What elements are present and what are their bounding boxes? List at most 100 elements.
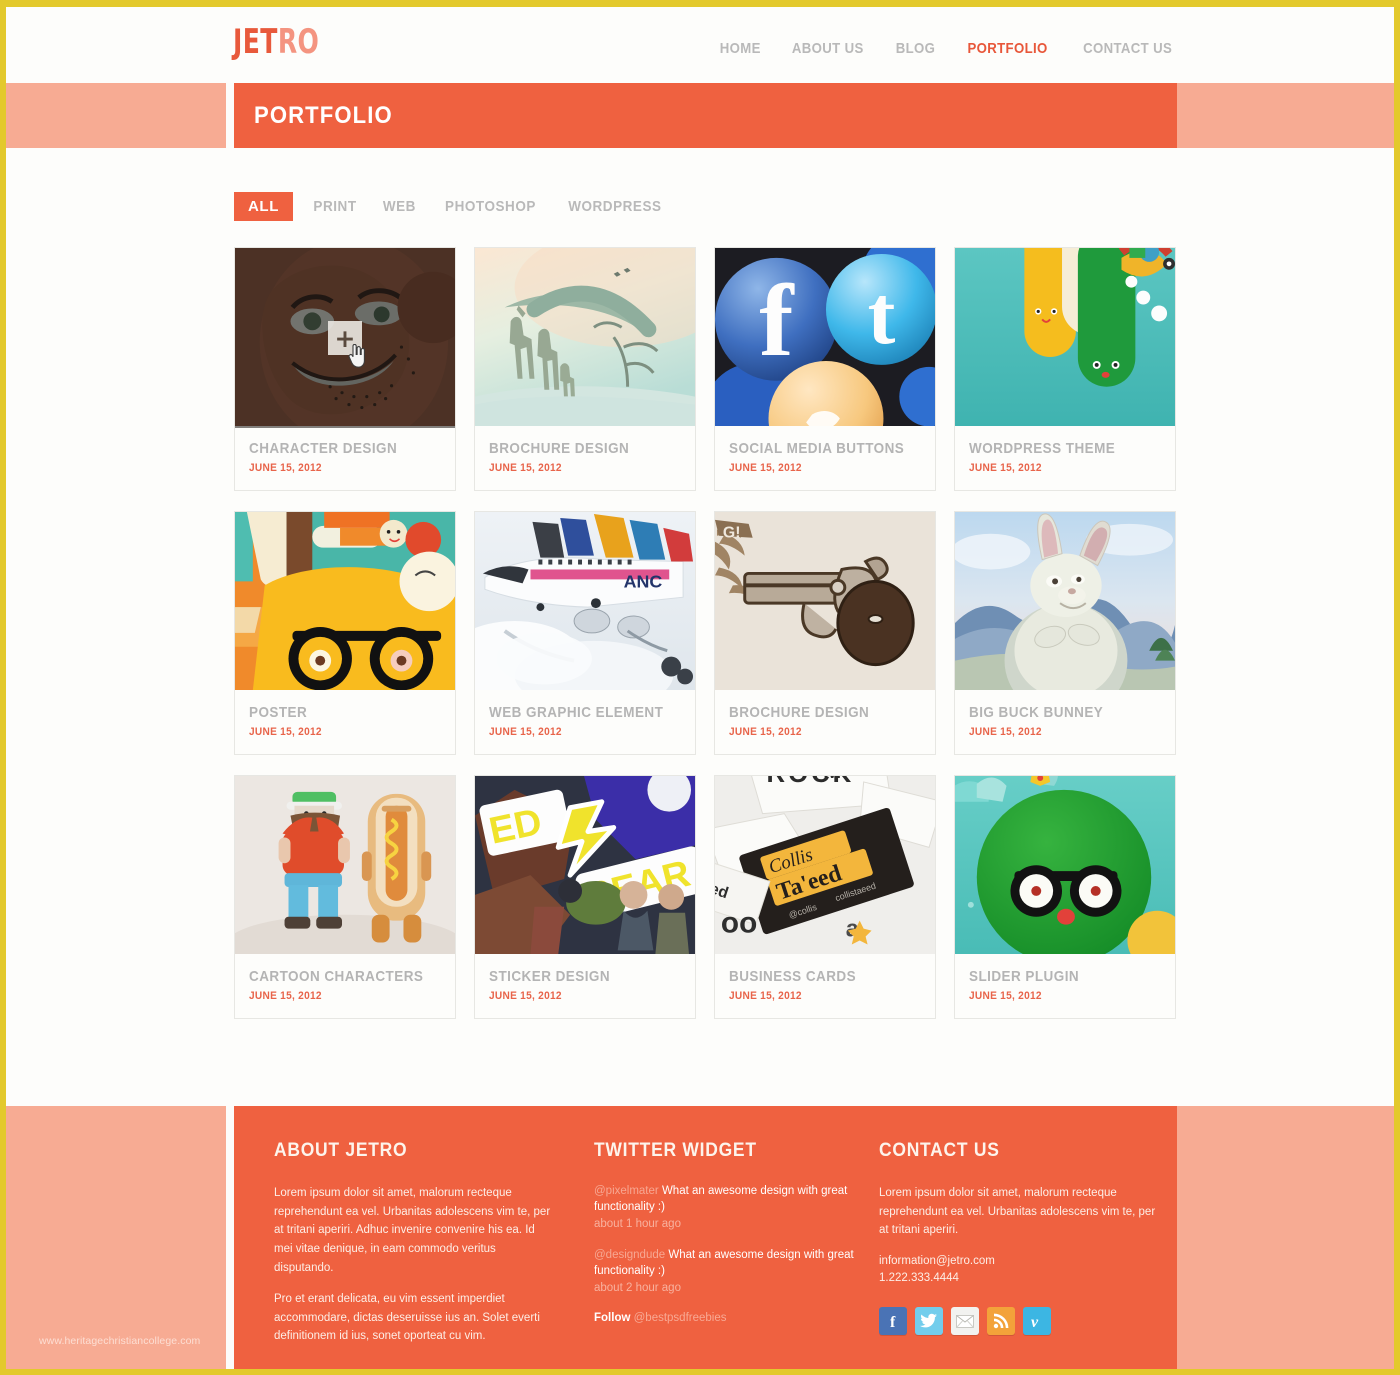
logo-text-jet: JET (233, 22, 278, 62)
portfolio-card-date: JUNE 15, 2012 (729, 462, 802, 474)
portfolio-card[interactable]: + CHARACTER DESIGN JUNE 15, 2012 (234, 247, 456, 491)
filter-photoshop[interactable]: PHOTOSHOP (441, 196, 539, 217)
zoom-plus-icon[interactable]: + (328, 321, 362, 355)
filter-all[interactable]: ALL (234, 192, 293, 221)
portfolio-card-title: SLIDER PLUGIN (969, 968, 1080, 985)
nav-item-home[interactable]: HOME (719, 40, 760, 57)
nav-item-blog[interactable]: BLOG (895, 40, 935, 57)
portfolio-thumbnail[interactable]: ROCK A M Collis Ta'eed @collis collistae… (715, 776, 935, 956)
rss-icon[interactable] (987, 1307, 1015, 1336)
portfolio-card-date: JUNE 15, 2012 (969, 726, 1042, 738)
portfolio-card[interactable]: f t SOCIAL MEDIA BUTTONS JUNE 15, 2012 (714, 247, 936, 491)
portfolio-thumbnail[interactable] (955, 776, 1175, 956)
portfolio-card[interactable]: ED SEAR (474, 775, 696, 1019)
contact-phone: 1.222.333.4444 (879, 1272, 959, 1285)
footer-column-contact: CONTACT US Lorem ipsum dolor sit amet, m… (879, 1140, 1159, 1369)
portfolio-card[interactable]: G! BROCHURE DESIGN JUNE 15, 2012 (714, 511, 936, 755)
portfolio-thumbnail[interactable]: ED SEAR (475, 776, 695, 956)
portfolio-card[interactable]: BROCHURE DESIGN JUNE 15, 2012 (474, 247, 696, 491)
portfolio-card[interactable]: WORDPRESS THEME JUNE 15, 2012 (954, 247, 1176, 491)
filter-wordpress[interactable]: WORDPRESS (564, 196, 665, 217)
portfolio-card-title: BUSINESS CARDS (729, 968, 857, 985)
portfolio-card-title: BROCHURE DESIGN (729, 704, 870, 721)
svg-text:f: f (759, 264, 795, 378)
portfolio-card-date: JUNE 15, 2012 (249, 462, 322, 474)
filter-web[interactable]: WEB (379, 196, 419, 217)
portfolio-card-body: STICKER DESIGN JUNE 15, 2012 (475, 956, 695, 1018)
portfolio-grid: + CHARACTER DESIGN JUNE 15, 2012 BROCHUR… (6, 221, 1394, 1019)
site-header: JETRO HOME ABOUT US BLOG PORTFOLIO CONTA… (6, 7, 1394, 83)
follow-handle[interactable]: @bestpsdfreebies (634, 1312, 727, 1324)
portfolio-card-body: BUSINESS CARDS JUNE 15, 2012 (715, 956, 935, 1018)
social-links: f v (879, 1307, 1159, 1336)
about-paragraph-1: Lorem ipsum dolor sit amet, malorum rect… (274, 1187, 551, 1274)
tweet-item: @designdude What an awesome design with … (594, 1248, 879, 1279)
portfolio-card-title: SOCIAL MEDIA BUTTONS (729, 440, 905, 457)
portfolio-thumbnail[interactable] (955, 248, 1175, 428)
portfolio-card-title: POSTER (249, 704, 308, 721)
portfolio-card-date: JUNE 15, 2012 (489, 990, 562, 1002)
contact-email[interactable]: information@jetro.com (879, 1253, 1159, 1270)
portfolio-card[interactable]: POSTER JUNE 15, 2012 (234, 511, 456, 755)
portfolio-card[interactable]: ROCK A M Collis Ta'eed @collis collistae… (714, 775, 936, 1019)
nav-item-portfolio[interactable]: PORTFOLIO (967, 40, 1047, 57)
facebook-icon[interactable]: f (879, 1307, 907, 1336)
portfolio-card-date: JUNE 15, 2012 (969, 990, 1042, 1002)
portfolio-thumbnail[interactable] (235, 512, 455, 692)
portfolio-card[interactable]: CARTOON CHARACTERS JUNE 15, 2012 (234, 775, 456, 1019)
vinyl-toys-artwork (235, 776, 455, 955)
follow-label: Follow (594, 1312, 631, 1325)
portfolio-card-title: WEB GRAPHIC ELEMENT (489, 704, 664, 721)
site-logo[interactable]: JETRO (233, 25, 319, 59)
portfolio-card-body: BROCHURE DESIGN JUNE 15, 2012 (475, 428, 695, 490)
tweet-handle[interactable]: @designdude (594, 1249, 665, 1261)
portfolio-card-body: CHARACTER DESIGN JUNE 15, 2012 (235, 428, 455, 490)
twitter-heading: TWITTER WIDGET (594, 1140, 757, 1161)
portfolio-thumbnail[interactable] (475, 248, 695, 428)
portfolio-card[interactable]: SLIDER PLUGIN JUNE 15, 2012 (954, 775, 1176, 1019)
stickers-artwork: ED SEAR (475, 776, 695, 955)
portfolio-card-title: BROCHURE DESIGN (489, 440, 630, 457)
site-footer: ABOUT JETRO Lorem ipsum dolor sit amet, … (234, 1106, 1177, 1369)
contact-heading: CONTACT US (879, 1140, 1000, 1161)
page-banner-wrapper: PORTFOLIO (6, 83, 1394, 148)
portfolio-card[interactable]: BIG BUCK BUNNEY JUNE 15, 2012 (954, 511, 1176, 755)
portfolio-thumbnail[interactable]: + (235, 248, 455, 428)
svg-text:v: v (1031, 1314, 1039, 1329)
portfolio-thumbnail[interactable]: f t (715, 248, 935, 428)
portfolio-thumbnail[interactable]: G! (715, 512, 935, 692)
portfolio-card-date: JUNE 15, 2012 (489, 726, 562, 738)
tweet-handle[interactable]: @pixelmater (594, 1185, 659, 1197)
portfolio-card-title: WORDPRESS THEME (969, 440, 1116, 457)
vimeo-icon[interactable]: v (1023, 1307, 1051, 1336)
derringer-gun-artwork: G! (715, 512, 935, 691)
portfolio-card-body: WEB GRAPHIC ELEMENT JUNE 15, 2012 (475, 692, 695, 754)
svg-text:oo: oo (721, 907, 757, 940)
filter-print[interactable]: PRINT (310, 196, 360, 217)
contact-paragraph: Lorem ipsum dolor sit amet, malorum rect… (879, 1187, 1156, 1237)
portfolio-card-date: JUNE 15, 2012 (249, 726, 322, 738)
tweet-timestamp: about 1 hour ago (594, 1218, 681, 1231)
portfolio-thumbnail[interactable]: ANC (475, 512, 695, 692)
footer-column-twitter: TWITTER WIDGET @pixelmater What an aweso… (594, 1140, 879, 1369)
email-icon[interactable] (951, 1307, 979, 1336)
green-nerd-ball-artwork (955, 776, 1175, 955)
logo-text-ro: RO (277, 22, 320, 62)
airplanes-artwork: ANC (475, 512, 695, 691)
page-title: PORTFOLIO (254, 101, 393, 129)
portfolio-card-body: BIG BUCK BUNNEY JUNE 15, 2012 (955, 692, 1175, 754)
main-navigation: HOME ABOUT US BLOG PORTFOLIO CONTACT US (717, 40, 1178, 57)
business-cards-artwork: ROCK A M Collis Ta'eed @collis collistae… (715, 776, 935, 955)
nav-item-contact-us[interactable]: CONTACT US (1083, 40, 1172, 57)
portfolio-thumbnail[interactable] (955, 512, 1175, 692)
portfolio-card-date: JUNE 15, 2012 (489, 462, 562, 474)
nav-item-about-us[interactable]: ABOUT US (792, 40, 864, 57)
nerd-poster-artwork (235, 512, 455, 691)
portfolio-thumbnail[interactable] (235, 776, 455, 956)
social-spheres-artwork: f t (715, 248, 935, 427)
portfolio-card-body: SLIDER PLUGIN JUNE 15, 2012 (955, 956, 1175, 1018)
big-buck-bunny-artwork (955, 512, 1175, 691)
portfolio-card[interactable]: ANC WEB GRAPHIC ELEMENT JUNE 15, 2012 (474, 511, 696, 755)
twitter-icon[interactable] (915, 1307, 943, 1336)
main-content: ALL PRINT WEB PHOTOSHOP WORDPRESS + CHAR… (6, 148, 1394, 1106)
